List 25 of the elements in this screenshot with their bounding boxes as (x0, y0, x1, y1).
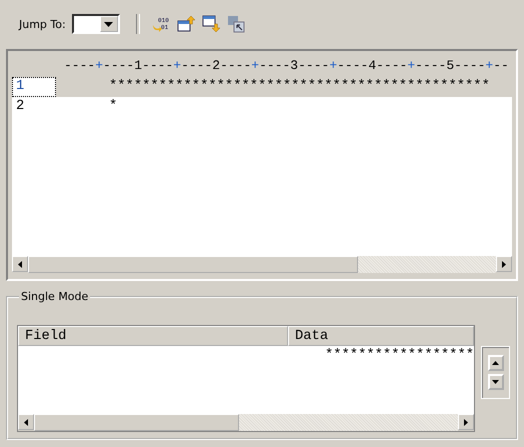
column-header[interactable]: Field (18, 326, 288, 346)
jump-to-label: Jump To: (19, 18, 66, 30)
column-header[interactable]: Data (288, 326, 474, 346)
horizontal-scrollbar[interactable] (12, 256, 512, 273)
table-cell: ****************** (324, 348, 474, 363)
scroll-left-icon (24, 418, 28, 426)
window-arrow-icon[interactable] (226, 15, 245, 33)
window-down-arrow-icon[interactable] (202, 15, 220, 33)
scroll-left-icon (18, 260, 22, 268)
group-title: Single Mode (20, 290, 90, 303)
record-content: * (109, 98, 118, 116)
dropdown-arrow-icon (104, 22, 114, 26)
up-arrow-icon (492, 361, 499, 365)
record-content: ********************************************** (109, 78, 490, 96)
window-up-arrow-icon[interactable] (176, 15, 195, 33)
move-down-button[interactable] (488, 374, 504, 390)
move-up-button[interactable] (488, 355, 504, 371)
down-arrow-icon (492, 380, 499, 384)
column-ruler: ----+----1----+----2----+----3----+----4----+----5----+-- (64, 57, 509, 75)
scroll-right-icon (502, 260, 506, 268)
line-number[interactable]: 1 (12, 77, 56, 97)
jump-to-dropdown[interactable] (72, 14, 120, 34)
scroll-right-icon (464, 418, 468, 426)
horizontal-scrollbar[interactable] (18, 414, 474, 431)
line-number[interactable]: 2 (12, 97, 56, 117)
